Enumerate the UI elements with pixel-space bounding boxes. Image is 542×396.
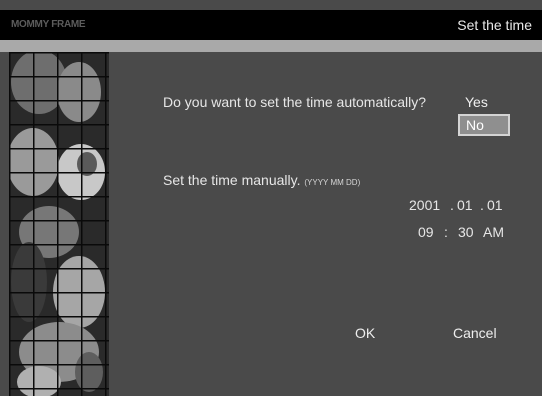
time-settings-content: Do you want to set the time automaticall… bbox=[109, 52, 542, 396]
manual-label-text: Set the time manually. bbox=[163, 172, 301, 188]
auto-time-question: Do you want to set the time automaticall… bbox=[163, 94, 427, 110]
hour-field[interactable]: 09 bbox=[418, 224, 434, 240]
ok-button[interactable]: OK bbox=[355, 325, 375, 341]
ampm-field[interactable]: AM bbox=[483, 224, 504, 240]
photo-collage-image bbox=[9, 52, 109, 396]
time-separator: : bbox=[444, 224, 448, 240]
month-field[interactable]: 01 bbox=[457, 197, 473, 213]
page-title: Set the time bbox=[457, 17, 532, 33]
day-field[interactable]: 01 bbox=[487, 197, 503, 213]
brand-logo: MOMMY FRAME bbox=[11, 19, 86, 30]
cancel-button[interactable]: Cancel bbox=[453, 325, 497, 341]
minute-field[interactable]: 30 bbox=[458, 224, 474, 240]
title-bar: MOMMY FRAME Set the time bbox=[0, 10, 542, 40]
manual-time-label: Set the time manually. (YYYY MM DD) bbox=[163, 172, 360, 188]
time-field[interactable]: 09 : 30 AM bbox=[418, 224, 518, 242]
year-field[interactable]: 2001 bbox=[409, 197, 440, 213]
option-yes[interactable]: Yes bbox=[465, 94, 488, 110]
settings-screen: MOMMY FRAME Set the time Do you want to … bbox=[0, 0, 542, 396]
header-divider bbox=[0, 40, 542, 52]
date-separator: . bbox=[450, 197, 454, 213]
date-field[interactable]: 2001 . 01 . 01 bbox=[409, 197, 519, 215]
photo-collage-panel bbox=[9, 52, 109, 396]
date-format-hint: (YYYY MM DD) bbox=[304, 178, 361, 187]
option-no-selected[interactable]: No bbox=[458, 114, 510, 136]
date-separator: . bbox=[480, 197, 484, 213]
